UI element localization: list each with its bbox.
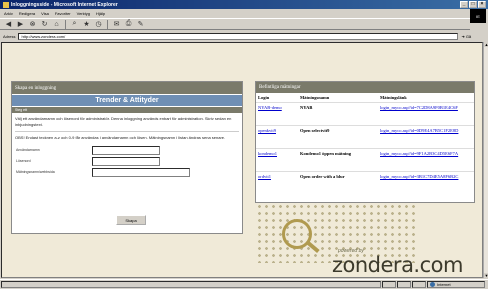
- table-row: NYAB-demo NYAB login_myco.asp?id=7C2D8A9…: [256, 102, 474, 126]
- table-row: ordvit1 Open order with a blur login_myc…: [256, 171, 474, 195]
- scroll-down-icon[interactable]: ▼: [484, 273, 488, 278]
- window-title: Inloggningsside - Microsoft Internet Exp…: [11, 1, 118, 8]
- survey-link[interactable]: login_myco.asp?id=9F1A2B3C4D5E6F7A: [380, 151, 458, 156]
- login-panel-title: Trender & Attityder: [12, 95, 242, 106]
- address-input[interactable]: http://www.zondera.com/: [18, 32, 459, 40]
- surveys-panel-header: Befintliga mätningar: [256, 82, 474, 93]
- survey-name: Open order with a blur: [298, 171, 378, 195]
- zone-label: Internet: [437, 282, 451, 287]
- login-link[interactable]: NYAB-demo: [258, 105, 282, 110]
- login-panel: Skapa en inloggning Trender & Attityder …: [11, 81, 243, 234]
- surveys-panel: Befintliga mätningar Login Mätningsnamn …: [255, 81, 475, 203]
- favorites-icon[interactable]: ★: [82, 20, 91, 29]
- edit-icon[interactable]: ✎: [136, 20, 145, 29]
- survey-name-row: Mätningsnamn/webbsida: [12, 167, 242, 178]
- status-cell: [382, 281, 396, 288]
- stop-icon[interactable]: ⊗: [28, 20, 37, 29]
- title-bar: Inloggningsside - Microsoft Internet Exp…: [0, 0, 488, 9]
- menu-favoriter[interactable]: Favoriter: [55, 11, 71, 16]
- toolbar: ◀ ▶ ⊗ ↻ ⌂ ⌕ ★ ◷ ✉ ⎙ ✎: [0, 18, 470, 30]
- table-row: openkvit9 Open selectvit9 login_myco.asp…: [256, 125, 474, 149]
- mail-icon[interactable]: ✉: [112, 20, 121, 29]
- password-label: Lösenord: [16, 159, 31, 163]
- page-viewport: Skapa en inloggning Trender & Attityder …: [1, 42, 483, 278]
- column-header: Mätningslänk: [380, 95, 407, 100]
- go-arrow-icon: ➜: [461, 33, 465, 39]
- history-icon[interactable]: ◷: [94, 20, 103, 29]
- survey-name: Kondemo1 öppen mätning: [298, 148, 378, 172]
- go-label: Gå: [465, 33, 472, 39]
- go-button[interactable]: ➜ Gå: [461, 34, 471, 39]
- refresh-icon[interactable]: ↻: [40, 20, 49, 29]
- password-row: Lösenord: [12, 156, 242, 167]
- username-row: Användarnamn: [12, 145, 242, 156]
- surveys-table: Login Mätningsnamn Mätningslänk NYAB-dem…: [256, 93, 474, 195]
- login-panel-header: Skapa en inloggning: [12, 82, 242, 94]
- search-icon[interactable]: ⌕: [70, 20, 79, 29]
- ie-throbber-icon: IE: [470, 9, 486, 23]
- username-input[interactable]: [92, 146, 160, 155]
- survey-name-input[interactable]: [92, 168, 190, 177]
- login-link[interactable]: ordvit1: [258, 174, 271, 179]
- globe-icon: [430, 282, 435, 287]
- login-note: OBS! Endast tecknen a-z och 0-9 får anvä…: [15, 135, 226, 140]
- survey-name-label: Mätningsnamn/webbsida: [16, 170, 55, 174]
- maximize-button[interactable]: □: [469, 1, 477, 8]
- login-description: Välj ett användarnamn och lösenord för a…: [15, 116, 232, 127]
- password-input[interactable]: [92, 157, 160, 166]
- table-row: kondemo1 Kondemo1 öppen mätning login_my…: [256, 148, 474, 172]
- close-button[interactable]: ×: [478, 1, 486, 8]
- address-bar: Adress http://www.zondera.com/ ➜ Gå: [0, 31, 488, 41]
- back-icon[interactable]: ◀: [4, 20, 13, 29]
- username-label: Användarnamn: [16, 148, 40, 152]
- divider: [15, 131, 239, 132]
- create-button[interactable]: Skapa: [116, 215, 146, 225]
- column-header: Mätningsnamn: [300, 95, 330, 100]
- menu-hjalp[interactable]: Hjälp: [96, 11, 105, 16]
- login-link[interactable]: kondemo1: [258, 151, 277, 156]
- logo-wordmark: zondera.com: [332, 253, 463, 277]
- home-icon[interactable]: ⌂: [52, 20, 61, 29]
- security-zone: Internet: [427, 281, 485, 288]
- status-cell: [397, 281, 411, 288]
- survey-name: Open selectvit9: [298, 125, 378, 149]
- menu-verktyg[interactable]: Verktyg: [77, 11, 90, 16]
- table-header-row: Login Mätningsnamn Mätningslänk: [256, 93, 474, 103]
- ie-app-icon: [3, 1, 9, 8]
- survey-name: NYAB: [298, 102, 378, 126]
- menu-redigera[interactable]: Redigera: [19, 11, 35, 16]
- forward-icon[interactable]: ▶: [16, 20, 25, 29]
- print-icon[interactable]: ⎙: [124, 20, 133, 29]
- scroll-up-icon[interactable]: ▲: [484, 42, 488, 47]
- minimize-button[interactable]: _: [460, 1, 468, 8]
- survey-link[interactable]: login_myco.asp?id=0D9E4A7B5C1F2E8D: [380, 128, 458, 133]
- menu-visa[interactable]: Visa: [41, 11, 49, 16]
- toolbar-separator: [65, 19, 66, 29]
- address-label: Adress: [3, 33, 16, 39]
- zondera-logo: powered by zondera.com: [256, 203, 478, 277]
- toolbar-separator: [107, 19, 108, 29]
- status-text: [1, 281, 381, 288]
- column-header: Login: [258, 95, 270, 100]
- survey-link[interactable]: login_myco.asp?id=7C2D8A9F0B1E4C6F: [380, 105, 458, 110]
- login-link[interactable]: openkvit9: [258, 128, 276, 133]
- vertical-scrollbar[interactable]: ▲ ▼: [483, 42, 488, 278]
- menu-bar: Arkiv Redigera Visa Favoriter Verktyg Hj…: [0, 9, 488, 17]
- status-cell: [412, 281, 426, 288]
- browser-window: Inloggningsside - Microsoft Internet Exp…: [0, 0, 488, 289]
- status-bar: Internet: [0, 279, 488, 289]
- survey-link[interactable]: login_myco.asp?id=3B1C7D4E5A8F6B2C: [380, 174, 458, 179]
- menu-arkiv[interactable]: Arkiv: [4, 11, 13, 16]
